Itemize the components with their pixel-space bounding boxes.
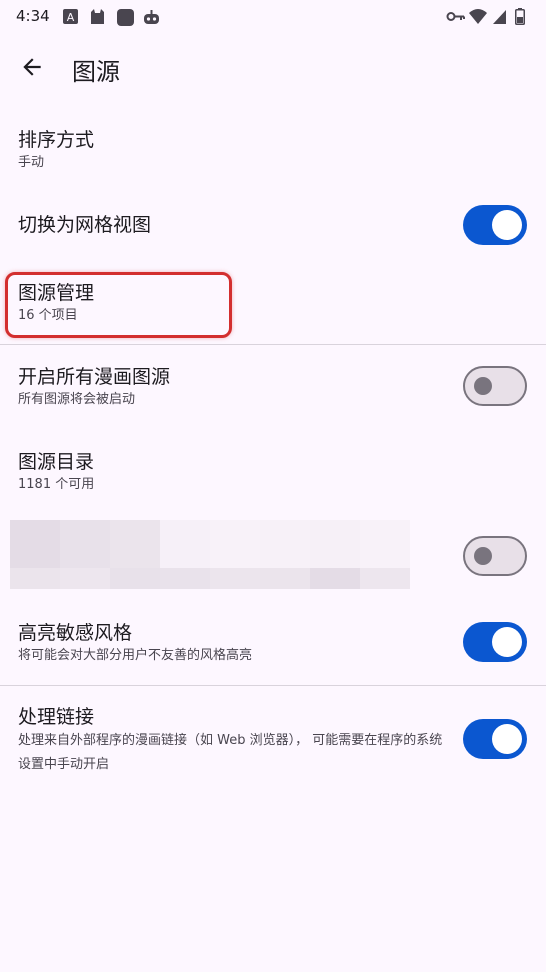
setting-title: 高亮敏感风格: [18, 622, 133, 644]
wifi-icon: [469, 8, 487, 25]
switch-thumb: [492, 724, 522, 754]
divider: [0, 685, 546, 686]
setting-title: 排序方式: [18, 129, 95, 151]
status-left-icons: A: [62, 8, 160, 26]
switch-thumb: [474, 377, 492, 395]
setting-link-handling[interactable]: 处理链接 处理来自外部程序的漫画链接（如 Web 浏览器）， 可能需要在程序的系…: [0, 694, 546, 786]
svg-text:A: A: [66, 11, 74, 24]
app-bar: 图源: [0, 38, 546, 100]
a-box-icon: A: [62, 8, 79, 25]
switch-thumb: [492, 210, 522, 240]
setting-title: 图源目录: [18, 451, 95, 473]
battery-icon: [515, 7, 532, 25]
setting-subtitle: 将可能会对大部分用户不友善的风格高亮: [18, 648, 253, 663]
setting-subtitle: 1181 个可用: [18, 477, 95, 492]
setting-grid-view[interactable]: 切换为网格视图: [0, 195, 546, 257]
square-app-icon: [116, 8, 134, 26]
setting-enable-all-sources[interactable]: 开启所有漫画图源 所有图源将会被启动: [0, 356, 546, 418]
setting-subtitle: 所有图源将会被启动: [18, 392, 136, 407]
switch-thumb: [492, 627, 522, 657]
highlight-box: [5, 272, 232, 338]
cat-icon: [89, 8, 106, 25]
status-time: 4:34: [16, 7, 50, 25]
setting-sort-order[interactable]: 排序方式 手动: [0, 118, 546, 184]
robot-icon: [143, 8, 160, 25]
setting-highlight-nsfw[interactable]: 高亮敏感风格 将可能会对大部分用户不友善的风格高亮: [0, 610, 546, 674]
redacted-switch[interactable]: [463, 536, 527, 576]
link-handling-switch[interactable]: [463, 719, 527, 759]
setting-subtitle: 处理来自外部程序的漫画链接（如 Web 浏览器）， 可能需要在程序的系统设置中手…: [18, 733, 443, 772]
setting-title: 切换为网格视图: [18, 214, 152, 236]
setting-title: 开启所有漫画图源: [18, 366, 171, 388]
divider: [0, 344, 546, 345]
status-bar: 4:34 A: [0, 0, 546, 32]
back-button[interactable]: [8, 45, 56, 93]
key-icon: [446, 8, 465, 25]
enable-all-switch[interactable]: [463, 366, 527, 406]
grid-view-switch[interactable]: [463, 205, 527, 245]
signal-icon: [492, 8, 509, 25]
switch-thumb: [474, 547, 492, 565]
highlight-nsfw-switch[interactable]: [463, 622, 527, 662]
setting-source-catalog[interactable]: 图源目录 1181 个可用: [0, 440, 546, 502]
page-title: 图源: [72, 57, 120, 86]
status-right-icons: [446, 7, 532, 25]
arrow-back-icon: [19, 54, 45, 84]
setting-subtitle: 手动: [18, 155, 45, 170]
redacted-pixelation: [10, 520, 410, 589]
setting-title: 处理链接: [18, 706, 95, 728]
